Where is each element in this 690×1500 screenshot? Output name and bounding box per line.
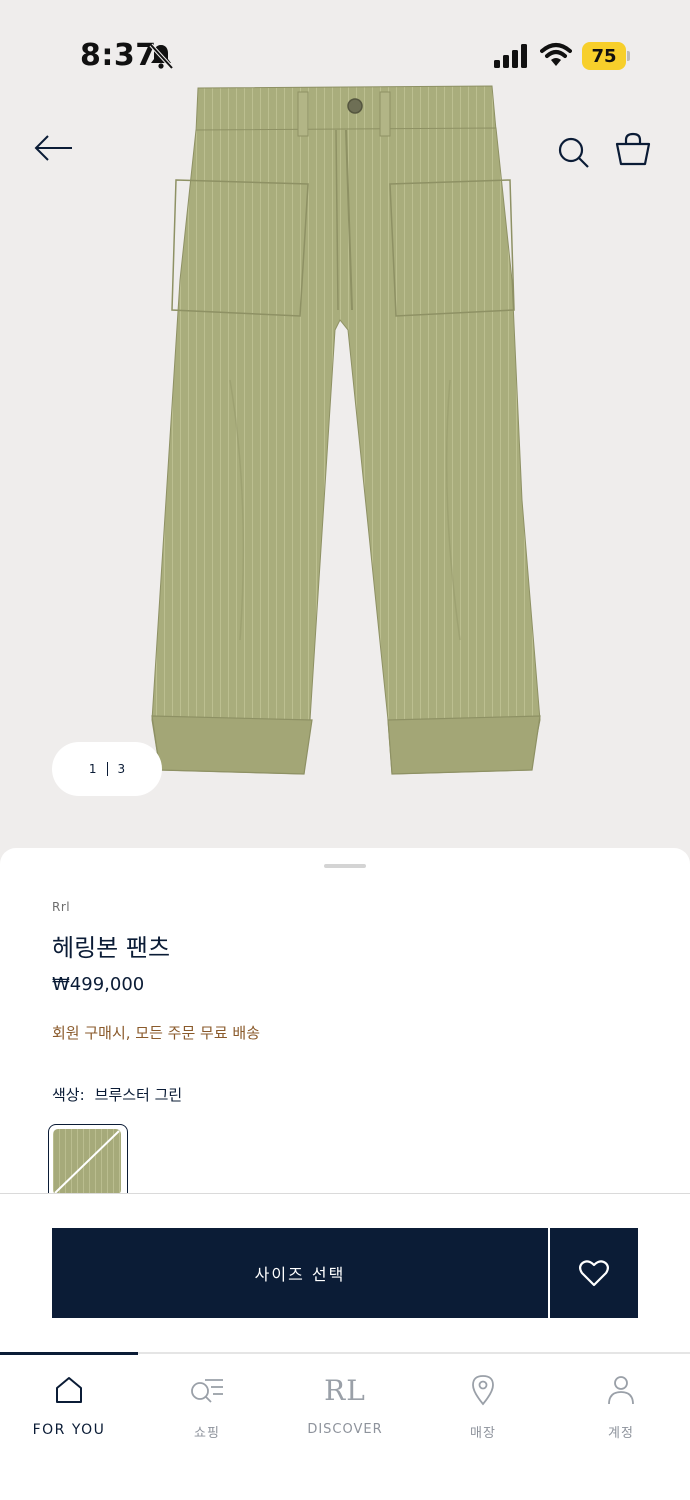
- bell-muted-icon: [149, 43, 174, 70]
- tab-label: 계정: [608, 1426, 634, 1441]
- product-details-sheet[interactable]: Rrl 헤링본 팬츠 ₩499,000 회원 구매시, 모든 주문 무료 배송 …: [0, 848, 690, 1196]
- swatch-image: [53, 1129, 121, 1195]
- battery-icon: 75: [582, 42, 630, 70]
- status-bar: 8:37 75: [0, 0, 690, 110]
- color-label: 색상:: [52, 1086, 85, 1104]
- tab-discover[interactable]: RL DISCOVER: [276, 1354, 414, 1464]
- product-price: ₩499,000: [52, 974, 145, 995]
- person-icon: [608, 1376, 634, 1405]
- location-pin-icon: [472, 1375, 494, 1406]
- status-time: 8:37: [80, 38, 157, 73]
- wishlist-button[interactable]: [550, 1228, 638, 1318]
- back-arrow-icon[interactable]: [32, 128, 76, 172]
- pager-total: 3: [117, 762, 126, 776]
- shipping-promo: 회원 구매시, 모든 주문 무료 배송: [52, 1024, 261, 1042]
- color-swatch-selected[interactable]: [48, 1124, 128, 1196]
- tab-label: FOR YOU: [32, 1422, 106, 1438]
- cellular-signal-icon: [494, 44, 527, 68]
- tab-shopping[interactable]: 쇼핑: [138, 1354, 276, 1464]
- pager-divider: [106, 762, 108, 776]
- pager-current: 1: [88, 762, 97, 776]
- tab-account[interactable]: 계정: [552, 1354, 690, 1464]
- select-size-button[interactable]: 사이즈 선택: [52, 1228, 548, 1318]
- heart-icon: [579, 1260, 609, 1287]
- shopping-bag-icon[interactable]: [614, 130, 652, 170]
- color-selection-label: 색상: 브루스터 그린: [52, 1084, 182, 1105]
- rl-logo: RL: [324, 1373, 366, 1407]
- tab-label: 쇼핑: [194, 1426, 220, 1441]
- tab-label: 매장: [470, 1426, 496, 1441]
- product-title: 헤링본 팬츠: [52, 934, 171, 962]
- tab-label: DISCOVER: [307, 1422, 383, 1437]
- purchase-action-bar: 사이즈 선택: [0, 1194, 690, 1354]
- product-image: [151, 85, 541, 775]
- tab-for-you[interactable]: FOR YOU: [0, 1354, 138, 1464]
- image-pager: 1 3: [52, 742, 162, 796]
- sheet-drag-handle[interactable]: [324, 864, 366, 868]
- search-icon[interactable]: [555, 132, 591, 172]
- product-brand: Rrl: [52, 900, 71, 914]
- shop-search-icon: [191, 1379, 223, 1403]
- tab-stores[interactable]: 매장: [414, 1354, 552, 1464]
- color-value: 브루스터 그린: [94, 1086, 183, 1104]
- bottom-tab-bar: FOR YOU 쇼핑 RL DISCOVER 매장 계정: [0, 1352, 690, 1500]
- wifi-icon: [540, 43, 572, 66]
- battery-level: 75: [582, 42, 626, 70]
- product-image-gallery[interactable]: 8:37 75 1 3: [0, 0, 690, 880]
- home-icon: [56, 1377, 82, 1403]
